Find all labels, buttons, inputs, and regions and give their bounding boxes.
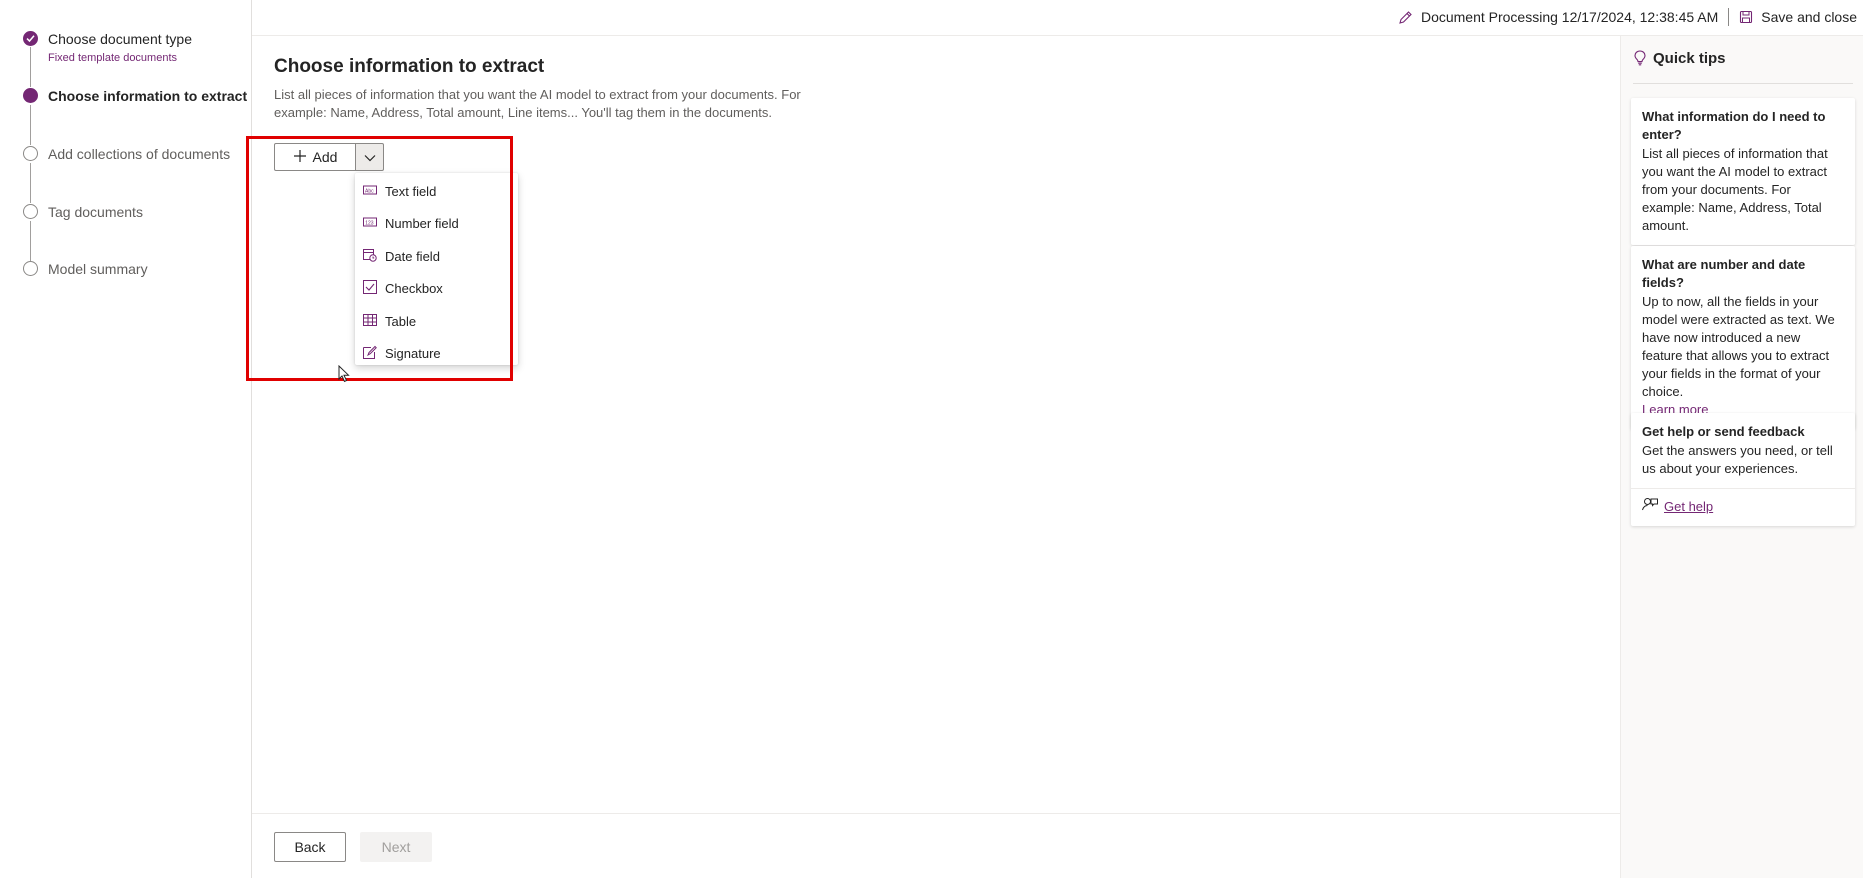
menu-item-text-field[interactable]: Abc Text field <box>355 175 518 208</box>
chevron-down-icon <box>364 149 376 165</box>
divider <box>1728 8 1730 26</box>
menu-item-label: Checkbox <box>385 281 443 297</box>
checkbox-icon <box>363 280 377 297</box>
step-label: Choose information to extract <box>48 88 248 104</box>
completed-check-icon <box>23 31 38 46</box>
footer-bar: Back Next <box>252 813 1620 879</box>
get-help-link[interactable]: Get help <box>1664 498 1713 516</box>
page-description: List all pieces of information that you … <box>274 87 801 120</box>
tip-card-body: Up to now, all the fields in your model … <box>1642 294 1835 399</box>
tip-card: Get help or send feedback Get the answer… <box>1631 413 1855 526</box>
pending-step-icon <box>23 146 38 161</box>
tip-card: What information do I need to enter? Lis… <box>1631 98 1855 245</box>
menu-item-label: Date field <box>385 248 440 264</box>
step-add-collections[interactable]: Add collections of documents <box>0 146 252 170</box>
quick-tips-title: Quick tips <box>1653 50 1726 67</box>
add-field-menu: Abc Text field 123 Number field Date fie… <box>355 173 518 365</box>
next-button[interactable]: Next <box>360 832 432 862</box>
step-choose-document-type[interactable]: Choose document type Fixed template docu… <box>0 30 252 70</box>
menu-item-label: Text field <box>385 183 437 199</box>
menu-item-number-field[interactable]: 123 Number field <box>355 208 518 241</box>
current-step-icon <box>23 88 38 103</box>
tip-card: What are number and date fields? Up to n… <box>1631 246 1855 429</box>
top-bar: Document Processing 12/17/2024, 12:38:45… <box>252 0 1863 36</box>
back-button[interactable]: Back <box>274 832 346 862</box>
step-label: Tag documents <box>48 204 143 220</box>
svg-text:123: 123 <box>365 221 374 227</box>
lightbulb-icon <box>1633 50 1647 70</box>
menu-item-date-field[interactable]: Date field <box>355 240 518 273</box>
tip-card-title: Get help or send feedback <box>1642 424 1805 439</box>
menu-item-signature[interactable]: Signature <box>355 338 518 371</box>
step-tag-documents[interactable]: Tag documents <box>0 204 252 228</box>
edit-pencil-icon[interactable] <box>1398 10 1413 25</box>
step-model-summary[interactable]: Model summary <box>0 261 252 285</box>
step-label: Choose document type <box>48 31 192 47</box>
svg-text:Abc: Abc <box>365 188 374 194</box>
tip-card-title: What information do I need to enter? <box>1642 109 1826 142</box>
menu-item-table[interactable]: Table <box>355 305 518 338</box>
feedback-person-icon <box>1642 497 1658 516</box>
menu-item-label: Table <box>385 313 417 329</box>
menu-item-label: Signature <box>385 346 441 362</box>
add-split-button: Add <box>274 143 384 171</box>
add-dropdown-toggle[interactable] <box>356 143 384 171</box>
date-field-icon <box>363 248 377 265</box>
menu-item-checkbox[interactable]: Checkbox <box>355 273 518 306</box>
pending-step-icon <box>23 261 38 276</box>
quick-tips-panel: Quick tips What information do I need to… <box>1620 36 1863 878</box>
signature-icon <box>363 345 377 362</box>
main-content: Choose information to extract List all p… <box>246 36 1620 862</box>
document-title[interactable]: Document Processing 12/17/2024, 12:38:45… <box>1421 9 1718 25</box>
step-sublabel: Fixed template documents <box>48 52 178 64</box>
plus-icon <box>293 149 307 166</box>
save-icon[interactable] <box>1739 10 1753 24</box>
page-title: Choose information to extract <box>274 56 545 77</box>
number-field-icon: 123 <box>363 216 377 231</box>
quick-tips-header: Quick tips <box>1633 50 1853 84</box>
pending-step-icon <box>23 204 38 219</box>
step-choose-information[interactable]: Choose information to extract <box>0 88 252 112</box>
divider <box>1631 488 1855 489</box>
text-field-icon: Abc <box>363 184 377 199</box>
tip-card-body: Get the answers you need, or tell us abo… <box>1642 443 1833 476</box>
save-and-close-button[interactable]: Save and close <box>1761 9 1857 25</box>
tip-card-body: List all pieces of information that you … <box>1642 146 1828 233</box>
table-icon <box>363 313 377 329</box>
menu-item-label: Number field <box>385 216 459 232</box>
add-button[interactable]: Add <box>274 143 356 171</box>
step-label: Add collections of documents <box>48 146 231 162</box>
mouse-cursor-icon <box>338 364 350 386</box>
step-label: Model summary <box>48 261 148 277</box>
add-button-label: Add <box>312 149 338 165</box>
tip-card-title: What are number and date fields? <box>1642 257 1806 290</box>
step-navigation: Choose document type Fixed template docu… <box>0 0 252 878</box>
